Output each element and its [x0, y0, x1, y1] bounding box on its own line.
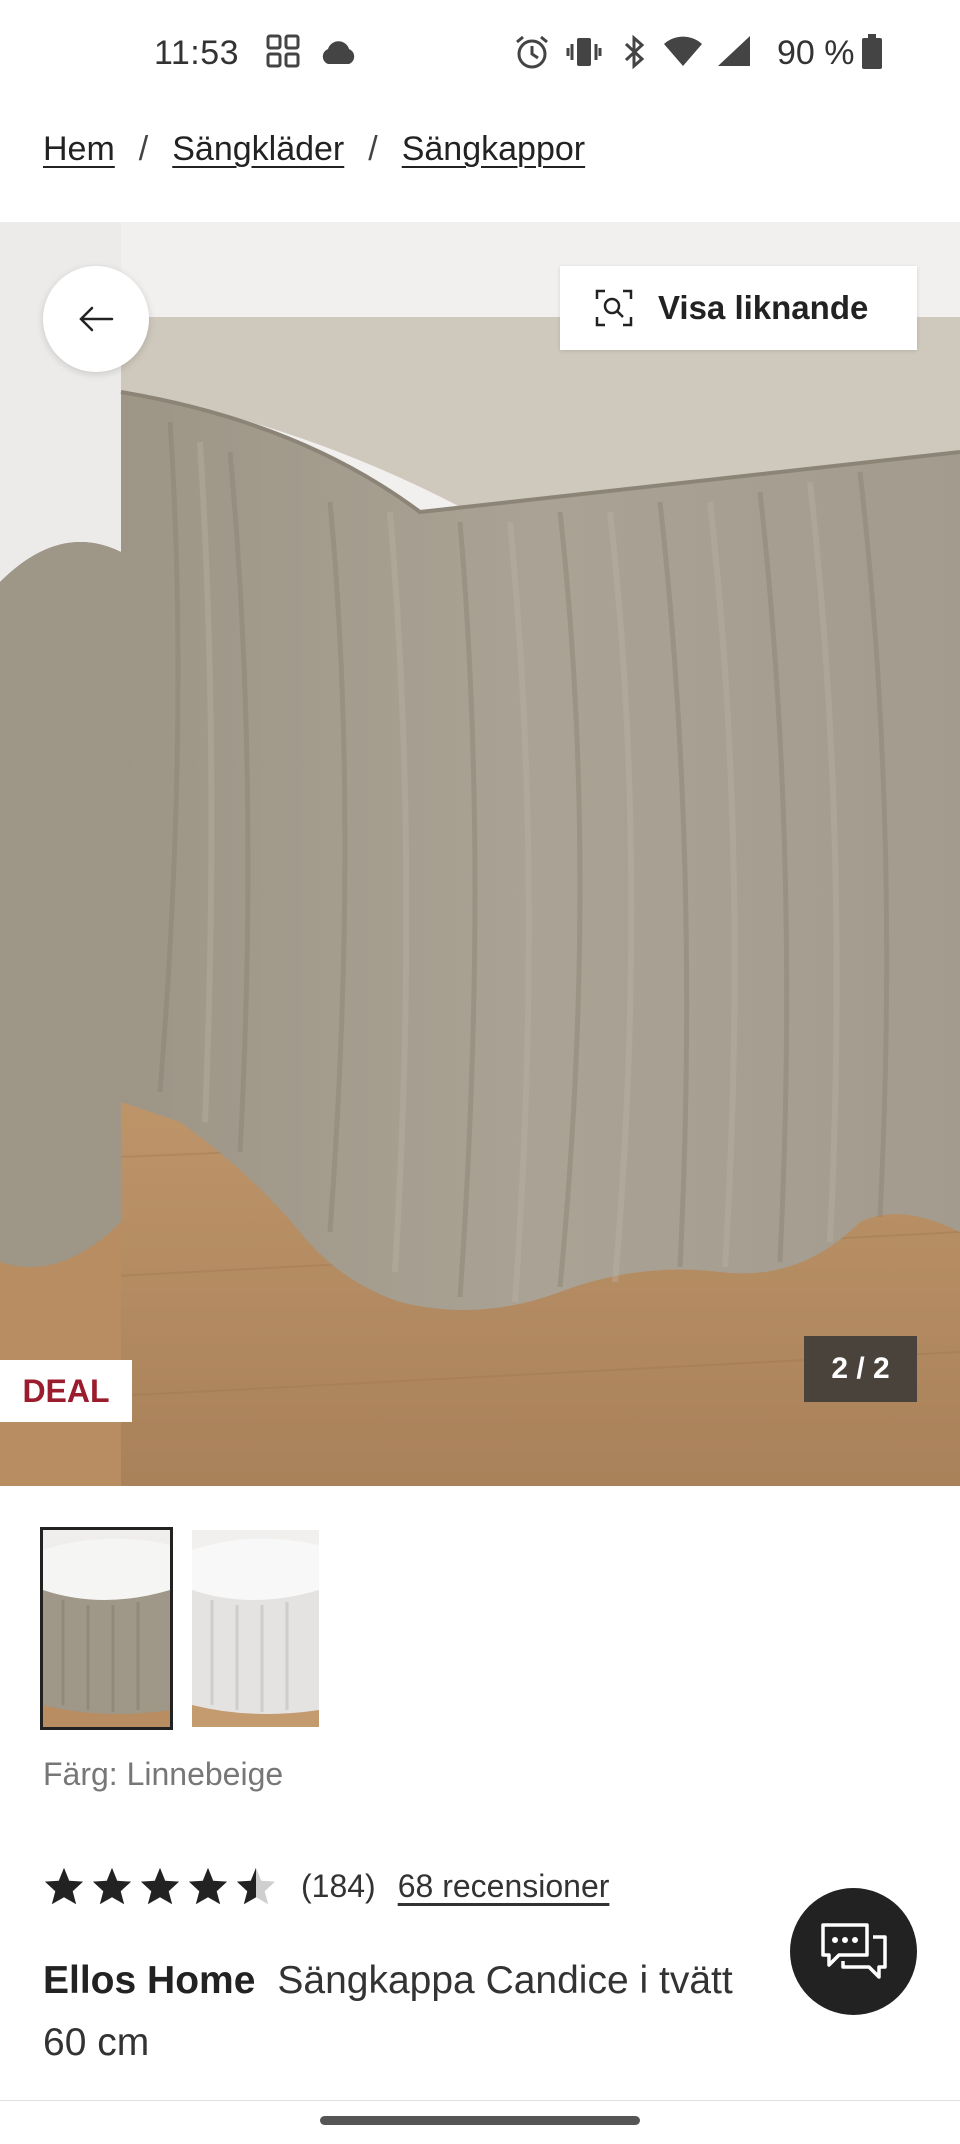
reviews-link[interactable]: 68 recensioner — [398, 1868, 610, 1905]
star-full-icon — [188, 1867, 228, 1905]
grid-icon — [266, 34, 300, 68]
thumbnail-2[interactable] — [192, 1530, 319, 1727]
product-image — [0, 222, 960, 1486]
battery-percent: 90 % — [777, 34, 855, 72]
bluetooth-icon — [624, 34, 645, 70]
star-full-icon — [44, 1867, 84, 1905]
selected-color: Färg: Linnebeige — [43, 1756, 284, 1792]
breadcrumb: Hem / Sängkläder / Sängkappor — [43, 130, 585, 169]
product-image-gallery[interactable]: DEAL 2 / 2 — [0, 222, 960, 1486]
home-indicator[interactable] — [320, 2116, 640, 2125]
product-brand[interactable]: Ellos Home — [43, 1959, 255, 2002]
breadcrumb-separator: / — [138, 130, 149, 168]
cloud-icon — [322, 41, 355, 64]
status-time: 11:53 — [154, 34, 240, 72]
arrow-left-icon — [79, 306, 114, 332]
vibrate-icon — [566, 38, 602, 66]
show-similar-button[interactable]: Visa liknande — [560, 266, 917, 350]
product-title: Ellos Home Sängkappa Candice i tvätt 60 c… — [43, 1950, 863, 2074]
show-similar-label: Visa liknande — [658, 289, 869, 326]
breadcrumb-bedding[interactable]: Sängkläder — [172, 130, 344, 169]
image-counter: 2 / 2 — [804, 1336, 917, 1402]
alarm-icon — [516, 35, 548, 69]
breadcrumb-bed-skirts[interactable]: Sängkappor — [402, 130, 585, 169]
breadcrumb-home[interactable]: Hem — [43, 130, 115, 169]
back-button[interactable] — [43, 266, 149, 372]
product-name-continued: 60 cm — [43, 2021, 150, 2064]
deal-badge: DEAL — [0, 1360, 132, 1422]
thumbnail-1[interactable] — [40, 1527, 173, 1730]
breadcrumb-separator: / — [368, 130, 378, 168]
chat-icon — [820, 1922, 887, 1979]
thumbnail-strip — [40, 1527, 319, 1730]
status-bar: 11:53 90 % — [0, 0, 960, 112]
battery-icon — [862, 34, 882, 69]
wifi-icon — [664, 36, 702, 66]
star-full-icon — [140, 1867, 180, 1905]
star-full-icon — [92, 1867, 132, 1905]
star-half-icon — [236, 1867, 276, 1905]
product-rating[interactable]: (184) 68 recensioner — [43, 1866, 609, 1906]
product-name: Sängkappa Candice i tvätt — [277, 1959, 733, 2002]
visual-search-icon — [595, 289, 633, 327]
divider — [0, 2100, 960, 2101]
rating-stars — [43, 1866, 277, 1906]
rating-count: (184) — [301, 1867, 376, 1904]
signal-icon — [718, 36, 750, 66]
chat-button[interactable] — [790, 1888, 917, 2015]
